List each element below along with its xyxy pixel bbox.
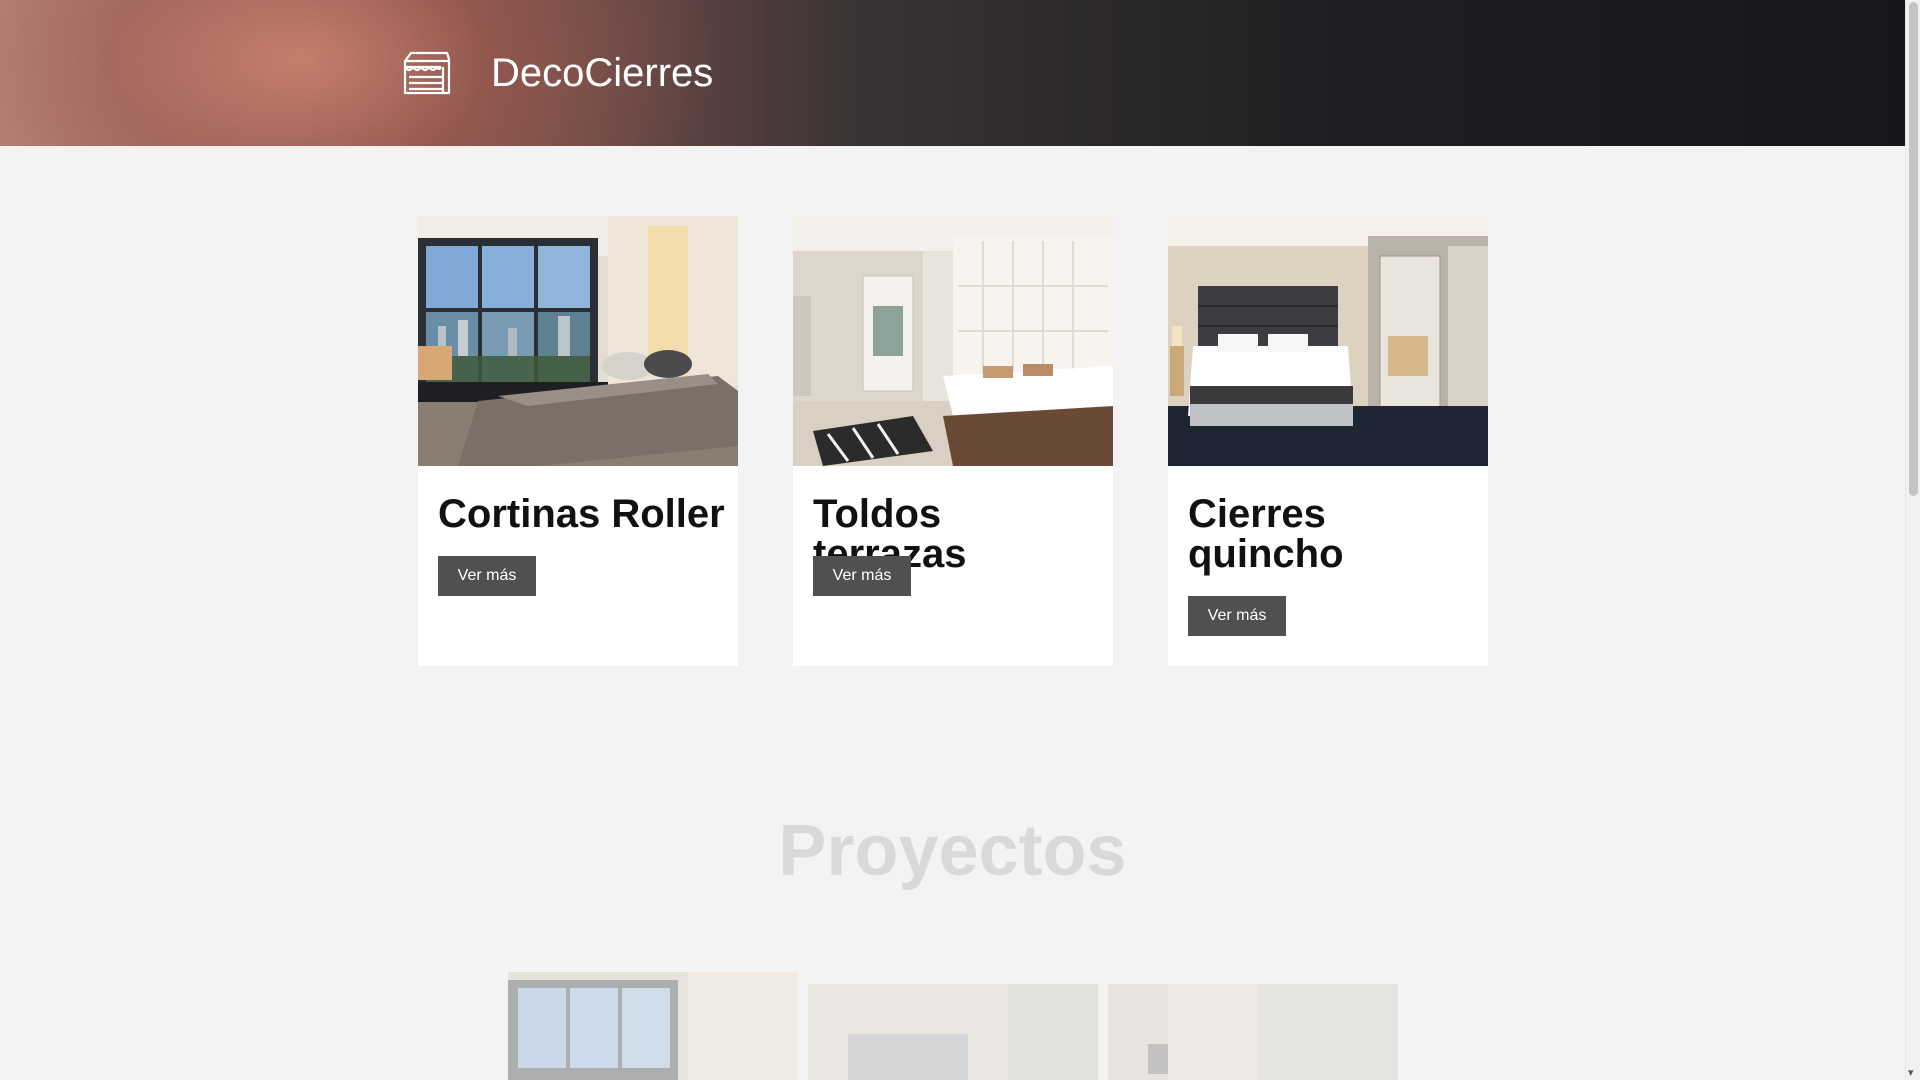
card-title: Cortinas Roller bbox=[438, 492, 725, 536]
project-thumbnail[interactable] bbox=[1108, 984, 1398, 1080]
card-cortinas-roller: Cortinas Roller Ver más bbox=[418, 216, 738, 666]
project-thumbnail[interactable] bbox=[808, 984, 1098, 1080]
storefront-icon[interactable] bbox=[403, 51, 451, 95]
card-title: Cierres quincho bbox=[1188, 492, 1344, 576]
ver-mas-button[interactable]: Ver más bbox=[438, 556, 536, 596]
ver-mas-button[interactable]: Ver más bbox=[1188, 596, 1286, 636]
card-toldos-terrazas: Toldos terrazas Ver más bbox=[793, 216, 1113, 666]
services-cards: Cortinas Roller Ver más Toldos terrazas … bbox=[0, 216, 1905, 666]
site-header: DecoCierres bbox=[0, 0, 1905, 146]
card-image-hotel-bedroom bbox=[1168, 216, 1488, 466]
page-scrollbar[interactable]: ▾ bbox=[1905, 0, 1920, 1080]
scroll-down-arrow-icon[interactable]: ▾ bbox=[1908, 1068, 1914, 1079]
project-thumbnail[interactable] bbox=[508, 972, 798, 1080]
card-image-bedroom-headboard bbox=[793, 216, 1113, 466]
projects-gallery bbox=[0, 972, 1905, 1080]
card-cierres-quincho: Cierres quincho Ver más bbox=[1168, 216, 1488, 666]
projects-section-title: Proyectos bbox=[778, 811, 1127, 891]
card-image-bedroom-windows bbox=[418, 216, 738, 466]
ver-mas-button[interactable]: Ver más bbox=[813, 556, 911, 596]
scrollbar-thumb[interactable] bbox=[1909, 2, 1918, 496]
brand-name[interactable]: DecoCierres bbox=[491, 49, 713, 97]
